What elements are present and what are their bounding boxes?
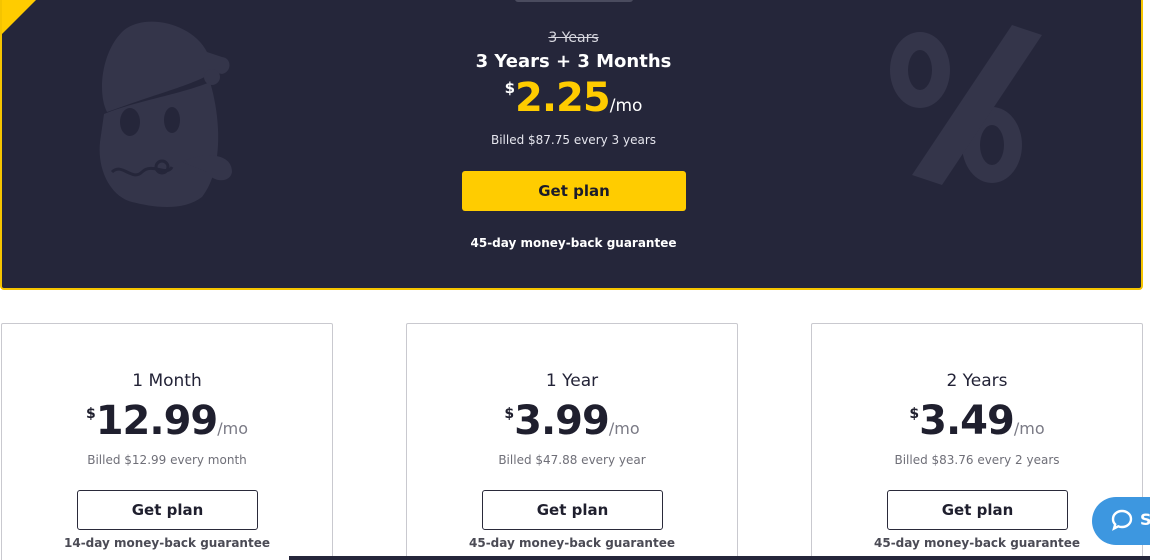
price-amount: 12.99 xyxy=(95,398,219,444)
currency-symbol: $ xyxy=(85,406,96,422)
chat-support-button[interactable]: S xyxy=(1092,497,1150,545)
plan-price: $12.99/mo xyxy=(2,398,332,444)
price-amount: 2.25 xyxy=(515,75,611,121)
billing-note: Billed $47.88 every year xyxy=(498,453,646,467)
get-plan-button[interactable]: Get plan xyxy=(77,490,258,530)
money-back-guarantee: 45-day money-back guarantee xyxy=(874,536,1080,550)
price-period: /mo xyxy=(217,419,249,438)
money-back-guarantee: 45-day money-back guarantee xyxy=(470,236,677,250)
plan-price: $3.99/mo xyxy=(407,398,737,444)
price-amount: 3.99 xyxy=(514,398,610,444)
price-period: /mo xyxy=(608,419,640,438)
get-plan-button[interactable]: Get plan xyxy=(482,490,663,530)
plan-card-1-month: 1 Month $12.99/mo Billed $12.99 every mo… xyxy=(1,323,333,560)
original-term: 3 Years xyxy=(548,30,599,46)
chat-bubble-icon xyxy=(1111,509,1133,531)
plan-price: $2.25/mo xyxy=(2,75,1145,121)
plan-title: 2 Years xyxy=(946,371,1008,391)
plan-card-1-year: 1 Year $3.99/mo Billed $47.88 every year… xyxy=(406,323,738,560)
price-period: /mo xyxy=(1013,419,1045,438)
get-plan-button[interactable]: Get plan xyxy=(462,171,686,211)
currency-symbol: $ xyxy=(909,406,920,422)
badge-tab xyxy=(515,0,633,2)
money-back-guarantee: 45-day money-back guarantee xyxy=(469,536,675,550)
plan-title: 3 Years + 3 Months xyxy=(475,51,672,72)
featured-plan-card: 3 Years 3 Years + 3 Months $2.25/mo Bill… xyxy=(0,0,1143,290)
plan-title: 1 Year xyxy=(545,371,599,391)
billing-note: Billed $83.76 every 2 years xyxy=(894,453,1060,467)
billing-note: Billed $87.75 every 3 years xyxy=(490,133,657,147)
chat-label: S xyxy=(1140,510,1150,529)
bottom-bar xyxy=(289,556,1150,560)
currency-symbol: $ xyxy=(504,79,516,97)
currency-symbol: $ xyxy=(504,406,515,422)
plan-title: 1 Month xyxy=(132,371,202,391)
money-back-guarantee: 14-day money-back guarantee xyxy=(64,536,270,550)
billing-note: Billed $12.99 every month xyxy=(87,453,247,467)
plan-price: $3.49/mo xyxy=(812,398,1142,444)
price-amount: 3.49 xyxy=(919,398,1015,444)
price-period: /mo xyxy=(609,96,643,116)
corner-ribbon xyxy=(2,0,46,34)
pricing-page: 3 Years 3 Years + 3 Months $2.25/mo Bill… xyxy=(0,0,1150,560)
get-plan-button[interactable]: Get plan xyxy=(887,490,1068,530)
